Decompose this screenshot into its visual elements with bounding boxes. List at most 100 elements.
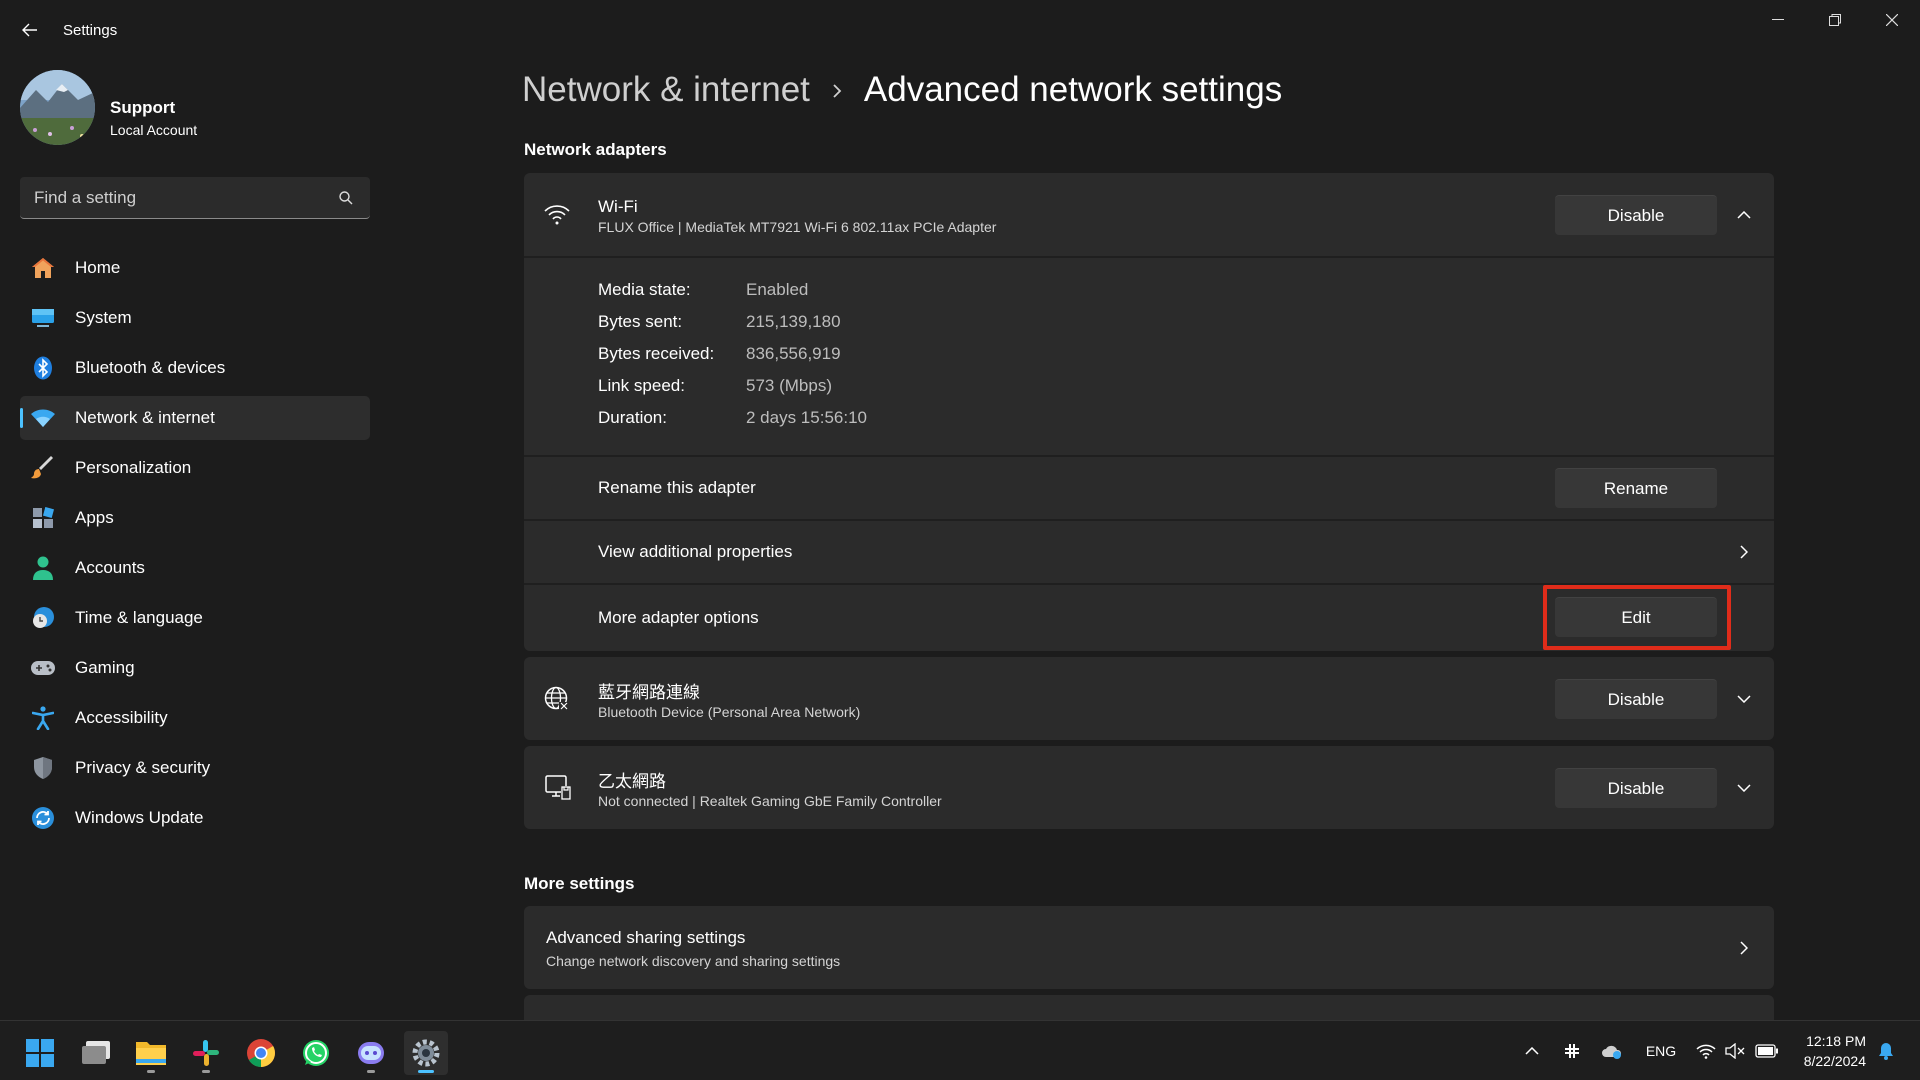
rename-adapter-row: Rename this adapter Rename <box>524 457 1774 519</box>
clock-time: 12:18 PM <box>1806 1033 1866 1049</box>
breadcrumb-parent[interactable]: Network & internet <box>522 70 810 110</box>
disable-button[interactable]: Disable <box>1555 679 1717 719</box>
adapter-description: FLUX Office | MediaTek MT7921 Wi-Fi 6 80… <box>598 219 997 235</box>
advanced-sharing-settings-row[interactable]: Advanced sharing settings Change network… <box>524 906 1774 989</box>
detail-label: Duration: <box>598 408 667 427</box>
detail-value: 2 days 15:56:10 <box>746 408 867 427</box>
globe-icon <box>544 686 570 717</box>
accessibility-icon <box>30 705 56 731</box>
rename-button[interactable]: Rename <box>1555 468 1717 508</box>
next-settings-row[interactable] <box>524 995 1774 1020</box>
detail-label: Bytes sent: <box>598 312 683 331</box>
detail-value: Enabled <box>746 280 809 299</box>
detail-value: 573 (Mbps) <box>746 376 832 395</box>
back-arrow-icon[interactable] <box>14 14 46 46</box>
edit-button[interactable]: Edit <box>1555 597 1717 637</box>
detail-label: Bytes received: <box>598 344 715 363</box>
ethernet-adapter-card[interactable]: 乙太網路 Not connected | Realtek Gaming GbE … <box>524 746 1774 829</box>
sidebar-item-system[interactable]: System <box>20 296 370 340</box>
adapter-description: Not connected | Realtek Gaming GbE Famil… <box>598 793 942 809</box>
wifi-adapter-card: Wi-Fi FLUX Office | MediaTek MT7921 Wi-F… <box>524 173 1774 651</box>
adapter-name: Wi-Fi <box>598 197 638 216</box>
view-properties-row[interactable]: View additional properties <box>524 521 1774 583</box>
chevron-down-icon[interactable] <box>1728 772 1760 804</box>
ethernet-icon <box>544 774 572 807</box>
adapter-name: 藍牙網路連線 <box>598 683 700 702</box>
start-icon[interactable] <box>18 1031 62 1075</box>
copilot-icon[interactable] <box>349 1031 393 1075</box>
chevron-up-icon[interactable] <box>1728 199 1760 231</box>
onedrive-icon[interactable] <box>1600 1039 1624 1063</box>
sidebar-item-apps[interactable]: Apps <box>20 496 370 540</box>
sidebar-item-privacy[interactable]: Privacy & security <box>20 746 370 790</box>
restore-icon[interactable] <box>1806 0 1863 40</box>
properties-label: View additional properties <box>598 542 793 561</box>
clock-date: 8/22/2024 <box>1803 1053 1866 1069</box>
detail-label: Media state: <box>598 280 691 299</box>
wifi-tray-icon[interactable] <box>1694 1039 1718 1063</box>
breadcrumb: Network & internet Advanced network sett… <box>522 70 1282 110</box>
sidebar-item-home[interactable]: Home <box>20 246 370 290</box>
volume-muted-icon[interactable] <box>1723 1039 1747 1063</box>
account-type: Local Account <box>110 122 198 138</box>
person-icon <box>30 555 56 581</box>
brush-icon <box>30 455 56 481</box>
search-input[interactable] <box>34 187 336 208</box>
notification-bell-icon[interactable] <box>1874 1039 1898 1063</box>
sharing-title: Advanced sharing settings <box>546 928 746 947</box>
clock-globe-icon <box>30 605 56 631</box>
search-icon[interactable] <box>336 188 356 208</box>
clock[interactable]: 12:18 PM 8/22/2024 <box>1804 1031 1866 1071</box>
bluetooth-adapter-card[interactable]: 藍牙網路連線 Bluetooth Device (Personal Area N… <box>524 657 1774 740</box>
file-explorer-icon[interactable] <box>129 1031 173 1075</box>
adapter-name: 乙太網路 <box>598 772 666 791</box>
apps-icon <box>30 505 56 531</box>
chevron-right-icon <box>1728 932 1760 964</box>
sidebar-item-time-language[interactable]: Time & language <box>20 596 370 640</box>
page-title: Advanced network settings <box>863 70 1283 109</box>
wifi-icon <box>30 405 56 431</box>
gamepad-icon <box>30 655 56 681</box>
adapter-description: Bluetooth Device (Personal Area Network) <box>598 704 861 720</box>
chrome-icon[interactable] <box>239 1031 283 1075</box>
more-adapter-options-row: More adapter options Edit <box>524 585 1774 651</box>
sidebar-item-bluetooth[interactable]: Bluetooth & devices <box>20 346 370 390</box>
section-title-more-settings: More settings <box>524 874 635 893</box>
language-indicator[interactable]: ENG <box>1644 1039 1678 1063</box>
sidebar-item-windows-update[interactable]: Windows Update <box>20 796 370 840</box>
detail-value: 836,556,919 <box>746 344 841 363</box>
battery-icon[interactable] <box>1753 1039 1781 1063</box>
chevron-down-icon[interactable] <box>1728 683 1760 715</box>
divider <box>524 256 1774 258</box>
minimize-icon[interactable] <box>1749 0 1806 40</box>
whatsapp-icon[interactable] <box>294 1031 338 1075</box>
slack-tray-icon[interactable] <box>1560 1039 1584 1063</box>
task-view-icon[interactable] <box>74 1031 118 1075</box>
sidebar-item-accounts[interactable]: Accounts <box>20 546 370 590</box>
chevron-right-icon <box>1728 536 1760 568</box>
sidebar-item-personalization[interactable]: Personalization <box>20 446 370 490</box>
update-icon <box>30 805 56 831</box>
sidebar-nav: Home System Bluetooth & devices Network … <box>20 246 370 846</box>
wifi-icon <box>544 203 570 230</box>
title-bar: Settings <box>0 0 1920 60</box>
taskbar: ENG 12:18 PM 8/22/2024 <box>0 1020 1920 1080</box>
chevron-up-icon[interactable] <box>1522 1039 1542 1063</box>
detail-label: Link speed: <box>598 376 685 395</box>
app-title: Settings <box>63 22 118 39</box>
disable-button[interactable]: Disable <box>1555 195 1717 235</box>
wifi-adapter-header[interactable]: Wi-Fi FLUX Office | MediaTek MT7921 Wi-F… <box>524 173 1774 256</box>
sidebar-item-gaming[interactable]: Gaming <box>20 646 370 690</box>
bluetooth-icon <box>30 355 56 381</box>
slack-icon[interactable] <box>184 1031 228 1075</box>
settings-icon[interactable] <box>404 1031 448 1075</box>
search-box[interactable] <box>20 177 370 219</box>
sidebar-item-network[interactable]: Network & internet <box>20 396 370 440</box>
disable-button[interactable]: Disable <box>1555 768 1717 808</box>
breadcrumb-separator <box>832 75 842 106</box>
close-icon[interactable] <box>1863 0 1920 40</box>
sidebar-item-accessibility[interactable]: Accessibility <box>20 696 370 740</box>
home-icon <box>30 255 56 281</box>
detail-value: 215,139,180 <box>746 312 841 331</box>
sharing-subtitle: Change network discovery and sharing set… <box>546 953 841 969</box>
